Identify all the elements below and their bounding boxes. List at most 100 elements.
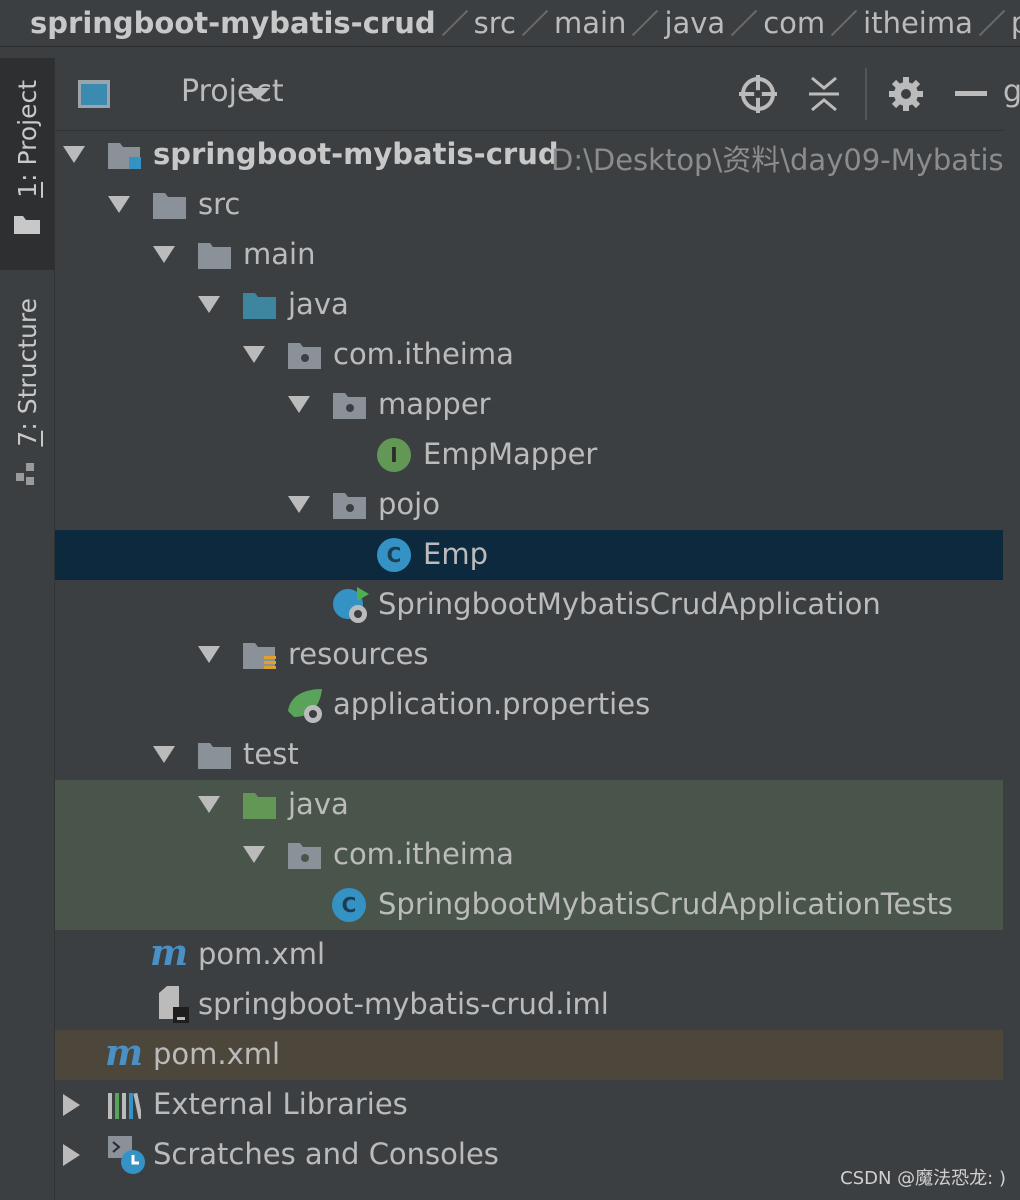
breadcrumb: springboot-mybatis-crud src main java co…	[0, 0, 1020, 47]
tree-row-application[interactable]: SpringbootMybatisCrudApplication	[55, 580, 1003, 630]
interface-icon-letter: I	[390, 443, 398, 467]
chevron-down-icon[interactable]	[153, 746, 175, 763]
chevron-down-icon[interactable]	[245, 86, 271, 102]
class-icon: C	[332, 888, 366, 922]
test-folder-icon	[243, 793, 276, 819]
tree-label-test-package: com.itheima	[333, 837, 514, 871]
tree-label-test-java: java	[288, 787, 349, 821]
tree-row-external-libraries[interactable]: External Libraries	[55, 1080, 1003, 1130]
breadcrumb-item-com[interactable]: com	[755, 6, 833, 40]
resources-folder-icon	[243, 643, 276, 669]
project-panel-header: Project g	[55, 58, 1020, 131]
tool-tab-structure[interactable]: 7: Structure	[0, 288, 54, 498]
breadcrumb-item-main[interactable]: main	[546, 6, 634, 40]
chevron-down-icon[interactable]	[198, 296, 220, 313]
folder-icon	[153, 193, 186, 219]
package-icon	[288, 843, 321, 869]
source-folder-icon	[243, 293, 276, 319]
tree-path-root: D:\Desktop\资料\day09-Mybatis	[551, 143, 1004, 177]
chevron-down-icon[interactable]	[153, 246, 175, 263]
tool-tab-project[interactable]: 1: Project	[0, 58, 54, 270]
package-icon	[288, 343, 321, 369]
tool-tab-project-label: : Project	[12, 80, 42, 182]
tree-label-root: springboot-mybatis-crud	[153, 137, 559, 171]
chevron-right-icon	[521, 9, 549, 37]
tree-label-resources: resources	[288, 637, 429, 671]
toolbar-divider	[865, 68, 867, 120]
project-tree: springboot-mybatis-crud D:\Desktop\资料\da…	[55, 130, 1004, 1200]
tree-row-main-package[interactable]: com.itheima	[55, 330, 1003, 380]
tree-label-main-java: java	[288, 287, 349, 321]
chevron-down-icon[interactable]	[198, 646, 220, 663]
tree-row-pojo[interactable]: pojo	[55, 480, 1003, 530]
tree-label-application-tests: SpringbootMybatisCrudApplicationTests	[378, 887, 953, 921]
tree-row-test[interactable]: test	[55, 730, 1003, 780]
tree-row-iml[interactable]: springboot-mybatis-crud.iml	[55, 980, 1003, 1030]
package-icon	[333, 493, 366, 519]
tree-label-mapper: mapper	[378, 387, 491, 421]
tree-row-main-java[interactable]: java	[55, 280, 1003, 330]
breadcrumb-item-project[interactable]: springboot-mybatis-crud	[0, 6, 444, 40]
tree-row-test-package[interactable]: com.itheima	[55, 830, 1003, 880]
collapse-all-icon[interactable]	[807, 76, 841, 112]
tree-label-main: main	[243, 237, 316, 271]
chevron-down-icon[interactable]	[63, 146, 85, 163]
breadcrumb-item-src[interactable]: src	[466, 6, 524, 40]
minimize-icon[interactable]	[955, 91, 987, 97]
package-icon	[333, 393, 366, 419]
chevron-right-icon[interactable]	[63, 1144, 80, 1166]
module-file-icon	[159, 986, 189, 1023]
tree-label-emp: Emp	[423, 537, 488, 571]
tool-tab-project-number: 1	[12, 181, 42, 198]
structure-icon	[16, 462, 34, 485]
tree-label-external-libraries: External Libraries	[153, 1087, 408, 1121]
interface-icon: I	[377, 438, 411, 472]
class-icon: C	[377, 538, 411, 572]
tree-label-test: test	[243, 737, 299, 771]
chevron-down-icon[interactable]	[243, 346, 265, 363]
class-icon-letter: C	[386, 543, 402, 567]
project-view-icon	[78, 80, 110, 108]
class-icon-letter: C	[341, 893, 357, 917]
chevron-down-icon[interactable]	[108, 196, 130, 213]
library-icon	[108, 1092, 141, 1120]
tree-label-scratches: Scratches and Consoles	[153, 1137, 499, 1171]
tree-row-src[interactable]: src	[55, 180, 1003, 230]
chevron-down-icon[interactable]	[198, 796, 220, 813]
chevron-down-icon[interactable]	[288, 496, 310, 513]
chevron-right-icon[interactable]	[63, 1094, 80, 1116]
tree-row-emp[interactable]: C Emp	[55, 530, 1003, 580]
chevron-right-icon	[632, 9, 659, 37]
tree-row-module-pom[interactable]: m pom.xml	[55, 930, 1003, 980]
tree-row-emp-mapper[interactable]: I EmpMapper	[55, 430, 1003, 480]
chevron-right-icon	[731, 9, 758, 37]
tree-row-root[interactable]: springboot-mybatis-crud D:\Desktop\资料\da…	[55, 130, 1004, 180]
chevron-right-icon	[830, 9, 858, 37]
folder-icon	[14, 215, 40, 234]
locate-icon[interactable]	[739, 75, 777, 113]
tree-label-module-pom: pom.xml	[198, 937, 326, 971]
scrollbar-track[interactable]	[1003, 130, 1020, 1200]
maven-icon: m	[105, 1032, 144, 1074]
breadcrumb-item-itheima[interactable]: itheima	[855, 6, 981, 40]
breadcrumb-item-java[interactable]: java	[656, 6, 733, 40]
tree-row-application-tests[interactable]: C SpringbootMybatisCrudApplicationTests	[55, 880, 1003, 930]
breadcrumb-item-clipped[interactable]: po	[1003, 6, 1020, 40]
tree-row-main[interactable]: main	[55, 230, 1003, 280]
tree-row-application-properties[interactable]: application.properties	[55, 680, 1003, 730]
tree-row-root-pom[interactable]: m pom.xml	[55, 1030, 1003, 1080]
chevron-right-icon	[978, 9, 1006, 37]
gear-icon[interactable]	[888, 76, 924, 112]
chevron-down-icon[interactable]	[288, 396, 310, 413]
chevron-down-icon[interactable]	[243, 846, 265, 863]
tree-row-test-java[interactable]: java	[55, 780, 1003, 830]
tree-row-resources[interactable]: resources	[55, 630, 1003, 680]
tree-label-main-package: com.itheima	[333, 337, 514, 371]
scratches-icon	[108, 1136, 145, 1174]
tool-tab-structure-label: : Structure	[12, 298, 42, 431]
folder-icon	[198, 743, 231, 769]
spring-properties-icon	[288, 689, 322, 723]
tree-row-mapper[interactable]: mapper	[55, 380, 1003, 430]
tree-label-root-pom: pom.xml	[153, 1037, 281, 1071]
tool-window-strip: 1: Project 7: Structure	[0, 58, 55, 1200]
